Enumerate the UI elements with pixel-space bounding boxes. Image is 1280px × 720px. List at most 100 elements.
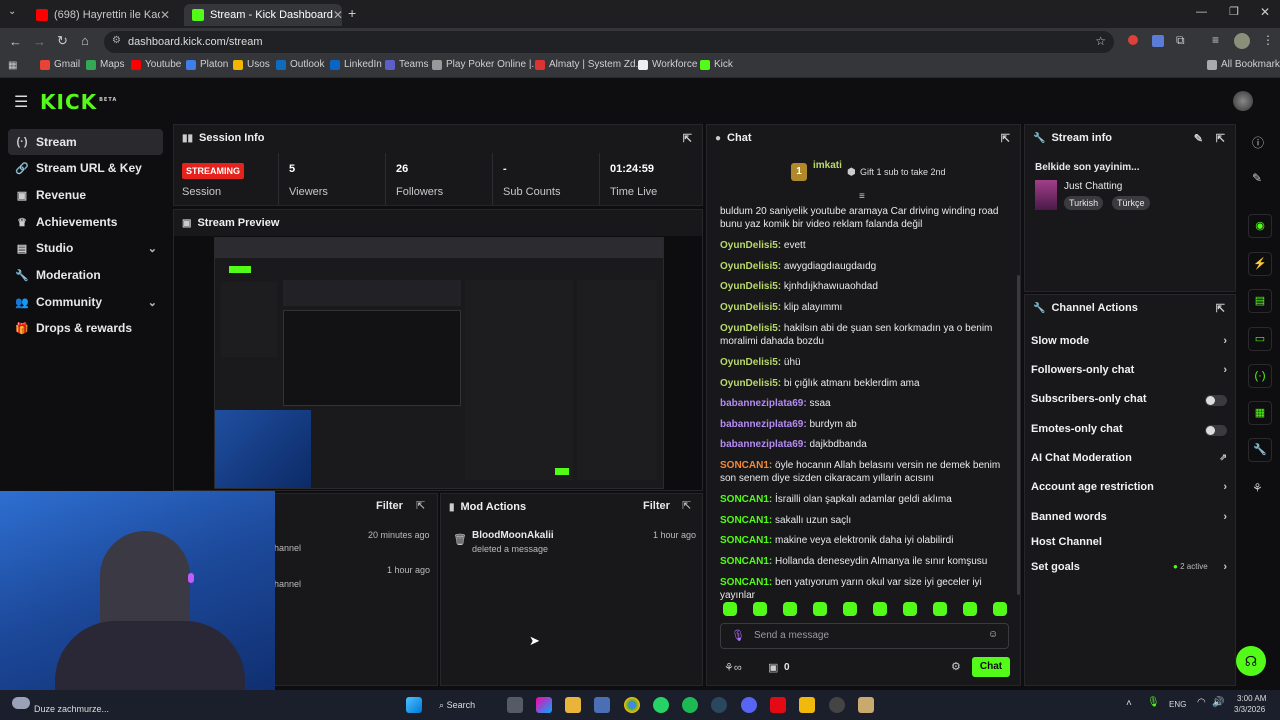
apps-grid-icon[interactable]: ▦ bbox=[8, 60, 17, 71]
whatsapp-icon[interactable] bbox=[653, 697, 669, 713]
category-name[interactable]: Just Chatting bbox=[1064, 181, 1122, 192]
hamburger-menu-icon[interactable]: ☰ bbox=[14, 92, 28, 112]
users-icon[interactable]: ⚘ bbox=[1252, 481, 1263, 495]
rail-camera-button[interactable]: ◉ bbox=[1248, 214, 1272, 238]
popout-icon[interactable]: ⇱ bbox=[682, 499, 691, 512]
wifi-icon[interactable]: ◠ bbox=[1197, 697, 1206, 708]
language-indicator[interactable]: ENG bbox=[1169, 700, 1186, 709]
sidebar-item-revenue[interactable]: ▣ Revenue bbox=[8, 182, 163, 208]
minimize-icon[interactable]: — bbox=[1196, 6, 1207, 18]
chat-username[interactable]: OyunDelisi5: bbox=[720, 302, 781, 313]
profile-avatar[interactable] bbox=[1234, 33, 1250, 49]
bookmark-poker[interactable]: Play Poker Online |... bbox=[432, 59, 540, 70]
media-controls-icon[interactable]: ≡ bbox=[1212, 33, 1219, 47]
extensions-puzzle-icon[interactable]: ⧉ bbox=[1176, 33, 1185, 48]
popout-icon[interactable]: ⇱ bbox=[1216, 302, 1225, 315]
copilot-icon[interactable] bbox=[536, 697, 552, 713]
bookmark-gmail[interactable]: Gmail bbox=[40, 59, 80, 70]
clock-time[interactable]: 3:00 AM bbox=[1237, 694, 1266, 703]
emotes-only-toggle[interactable] bbox=[1205, 425, 1227, 436]
rail-wrench-button[interactable]: 🔧 bbox=[1248, 438, 1272, 462]
browser-tab-youtube[interactable]: (698) Hayrettin ile Kaos Show - ✕ bbox=[28, 4, 178, 26]
chat-username[interactable]: SONCAN1: bbox=[720, 556, 772, 567]
emote-icon[interactable] bbox=[753, 602, 767, 616]
weather-text[interactable]: Duze zachmurze... bbox=[34, 704, 109, 714]
emote-icon[interactable] bbox=[813, 602, 827, 616]
bookmark-kick[interactable]: Kick bbox=[700, 59, 733, 70]
action-host-channel[interactable]: Host Channel bbox=[1031, 536, 1227, 548]
chat-username[interactable]: SONCAN1: bbox=[720, 535, 772, 546]
chat-username[interactable]: OyunDelisi5: bbox=[720, 281, 781, 292]
emoji-picker-icon[interactable]: ☺ bbox=[988, 629, 998, 640]
steam-icon[interactable] bbox=[711, 697, 727, 713]
emote-icon[interactable] bbox=[993, 602, 1007, 616]
edit-icon[interactable]: ✎ bbox=[1194, 132, 1203, 145]
chat-username[interactable]: babanneziplata69: bbox=[720, 419, 807, 430]
infinity-icon[interactable]: ⚘∞ bbox=[724, 661, 742, 674]
rail-chat-button[interactable]: ▭ bbox=[1248, 327, 1272, 351]
popout-icon[interactable]: ⇱ bbox=[1216, 132, 1225, 145]
tray-chevron-icon[interactable]: ˄ bbox=[1126, 698, 1132, 709]
translate-icon[interactable] bbox=[1152, 35, 1164, 47]
rail-broadcast-button[interactable]: (·) bbox=[1248, 364, 1272, 388]
chat-username[interactable]: babanneziplata69: bbox=[720, 439, 807, 450]
bookmark-outlook[interactable]: Outlook bbox=[276, 59, 324, 70]
browser-tab-kick[interactable]: Stream - Kick Dashboard ✕ bbox=[184, 4, 343, 26]
microphone-icon[interactable]: 🎙 bbox=[731, 629, 745, 642]
chat-username[interactable]: SONCAN1: bbox=[720, 460, 772, 471]
bookmark-almaty[interactable]: Almaty | System Zd... bbox=[535, 59, 644, 70]
forward-icon[interactable]: → bbox=[33, 34, 46, 49]
action-followers-only[interactable]: Followers-only chat › bbox=[1031, 364, 1227, 376]
task-view-icon[interactable] bbox=[507, 697, 523, 713]
sidebar-item-stream[interactable]: (·) Stream bbox=[8, 129, 163, 155]
sidebar-item-achievements[interactable]: ♛ Achievements bbox=[8, 209, 163, 235]
emote-icon[interactable] bbox=[963, 602, 977, 616]
chat-username[interactable]: SONCAN1: bbox=[720, 577, 772, 588]
chat-username[interactable]: SONCAN1: bbox=[720, 515, 772, 526]
info-icon[interactable]: ⓘ bbox=[1252, 134, 1264, 151]
rail-layers-button[interactable]: ▦ bbox=[1248, 401, 1272, 425]
emote-icon[interactable] bbox=[873, 602, 887, 616]
subscribers-only-toggle[interactable] bbox=[1205, 395, 1227, 406]
bookmark-star-icon[interactable]: ☆ bbox=[1095, 34, 1106, 48]
close-tab-icon[interactable]: ✕ bbox=[333, 8, 343, 22]
bookmark-linkedin[interactable]: LinkedIn bbox=[330, 59, 382, 70]
action-account-age[interactable]: Account age restriction › bbox=[1031, 481, 1227, 493]
home-icon[interactable]: ⌂ bbox=[81, 33, 89, 48]
popout-icon[interactable]: ⇱ bbox=[1001, 132, 1010, 145]
chat-username[interactable]: babanneziplata69: bbox=[720, 398, 807, 409]
chrome-icon[interactable] bbox=[624, 697, 640, 713]
bookmark-maps[interactable]: Maps bbox=[86, 59, 124, 70]
action-ai-chat-moderation[interactable]: AI Chat Moderation ⇗ bbox=[1031, 452, 1227, 464]
rail-document-button[interactable]: ▤ bbox=[1248, 289, 1272, 313]
collapse-icon[interactable]: ≡ bbox=[859, 191, 865, 202]
webcam-overlay[interactable] bbox=[0, 491, 275, 700]
emote-icon[interactable] bbox=[783, 602, 797, 616]
kick-coin-icon[interactable]: ▣ bbox=[768, 661, 778, 674]
weather-icon[interactable] bbox=[12, 697, 30, 709]
extension-icon[interactable] bbox=[1128, 35, 1138, 45]
file-explorer-icon[interactable] bbox=[565, 697, 581, 713]
windows-start-icon[interactable] bbox=[406, 697, 422, 713]
back-icon[interactable]: ← bbox=[9, 34, 22, 49]
mod-action-user[interactable]: BloodMoonAkalii bbox=[472, 530, 554, 541]
sidebar-item-community[interactable]: 👥 Community ⌄ bbox=[8, 289, 163, 315]
edit-icon[interactable]: ✎ bbox=[1252, 171, 1262, 185]
chat-username[interactable]: OyunDelisi5: bbox=[720, 261, 781, 272]
netflix-icon[interactable] bbox=[770, 697, 786, 713]
league-icon[interactable] bbox=[858, 697, 874, 713]
site-info-icon[interactable]: ⚙ bbox=[112, 35, 121, 46]
filter-button[interactable]: Filter bbox=[376, 500, 403, 512]
bookmark-platon[interactable]: Platon bbox=[186, 59, 228, 70]
emote-icon[interactable] bbox=[903, 602, 917, 616]
sidebar-item-moderation[interactable]: 🔧 Moderation bbox=[8, 262, 163, 288]
bookmark-youtube[interactable]: Youtube bbox=[131, 59, 181, 70]
obs-icon[interactable] bbox=[829, 697, 845, 713]
new-tab-icon[interactable]: + bbox=[348, 5, 356, 21]
chat-username[interactable]: OyunDelisi5: bbox=[720, 323, 781, 334]
chevron-down-icon[interactable]: ⌄ bbox=[148, 296, 157, 309]
reload-icon[interactable]: ↻ bbox=[57, 33, 68, 49]
help-button[interactable]: ☊ bbox=[1236, 646, 1266, 676]
discord-icon[interactable] bbox=[741, 697, 757, 713]
emote-icon[interactable] bbox=[723, 602, 737, 616]
